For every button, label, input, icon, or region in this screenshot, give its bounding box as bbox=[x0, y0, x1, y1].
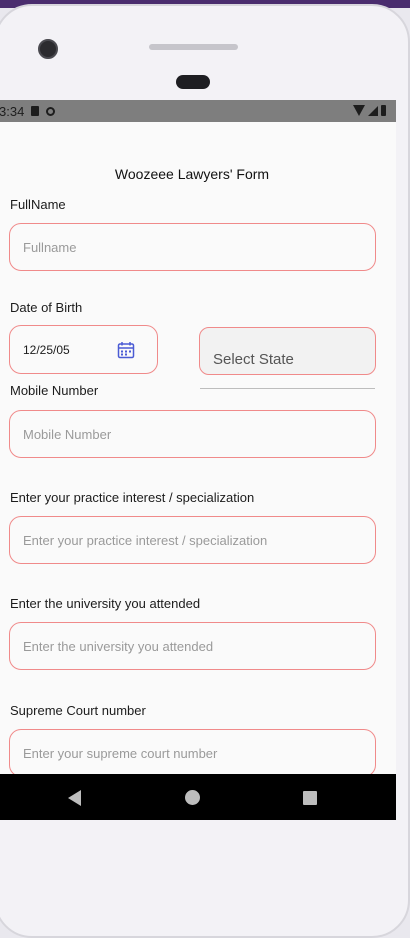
calendar-icon[interactable] bbox=[117, 341, 135, 359]
battery-icon bbox=[381, 105, 386, 116]
mobile-input[interactable]: Mobile Number bbox=[9, 410, 376, 458]
app-screen: 3:34 Woozeee Lawyers' Form FullName Full… bbox=[0, 100, 396, 820]
state-select-underline bbox=[200, 388, 375, 389]
cell-signal-icon bbox=[368, 105, 378, 116]
earpiece-speaker bbox=[149, 44, 238, 50]
dob-value: 12/25/05 bbox=[23, 342, 70, 357]
state-select[interactable]: Select State bbox=[199, 327, 376, 375]
court-input[interactable]: Enter your supreme court number bbox=[9, 729, 376, 777]
dob-label: Date of Birth bbox=[10, 300, 83, 315]
status-right-icons bbox=[353, 105, 386, 116]
university-label: Enter the university you attended bbox=[10, 596, 201, 611]
dob-date-input[interactable]: 12/25/05 bbox=[9, 325, 158, 374]
data-saver-icon bbox=[46, 106, 56, 116]
system-navigation-bar bbox=[0, 774, 396, 820]
phone-frame: 3:34 Woozeee Lawyers' Form FullName Full… bbox=[0, 4, 410, 938]
sim-card-icon bbox=[31, 106, 40, 116]
form-title: Woozeee Lawyers' Form bbox=[114, 166, 270, 182]
wifi-icon bbox=[353, 105, 365, 116]
court-label: Supreme Court number bbox=[10, 703, 146, 718]
practice-label: Enter your practice interest / specializ… bbox=[10, 490, 255, 505]
home-circle-icon[interactable] bbox=[185, 790, 200, 805]
mobile-label: Mobile Number bbox=[10, 383, 99, 398]
back-triangle-icon[interactable] bbox=[68, 790, 81, 806]
fullname-input[interactable]: Fullname bbox=[9, 223, 376, 271]
fullname-label: FullName bbox=[10, 197, 66, 212]
proximity-sensor bbox=[176, 75, 210, 89]
practice-input[interactable]: Enter your practice interest / specializ… bbox=[9, 516, 376, 564]
front-camera bbox=[38, 39, 58, 59]
recents-square-icon[interactable] bbox=[303, 791, 317, 805]
university-input[interactable]: Enter the university you attended bbox=[9, 622, 376, 670]
status-bar: 3:34 bbox=[0, 100, 396, 122]
status-time: 3:34 bbox=[0, 103, 25, 119]
